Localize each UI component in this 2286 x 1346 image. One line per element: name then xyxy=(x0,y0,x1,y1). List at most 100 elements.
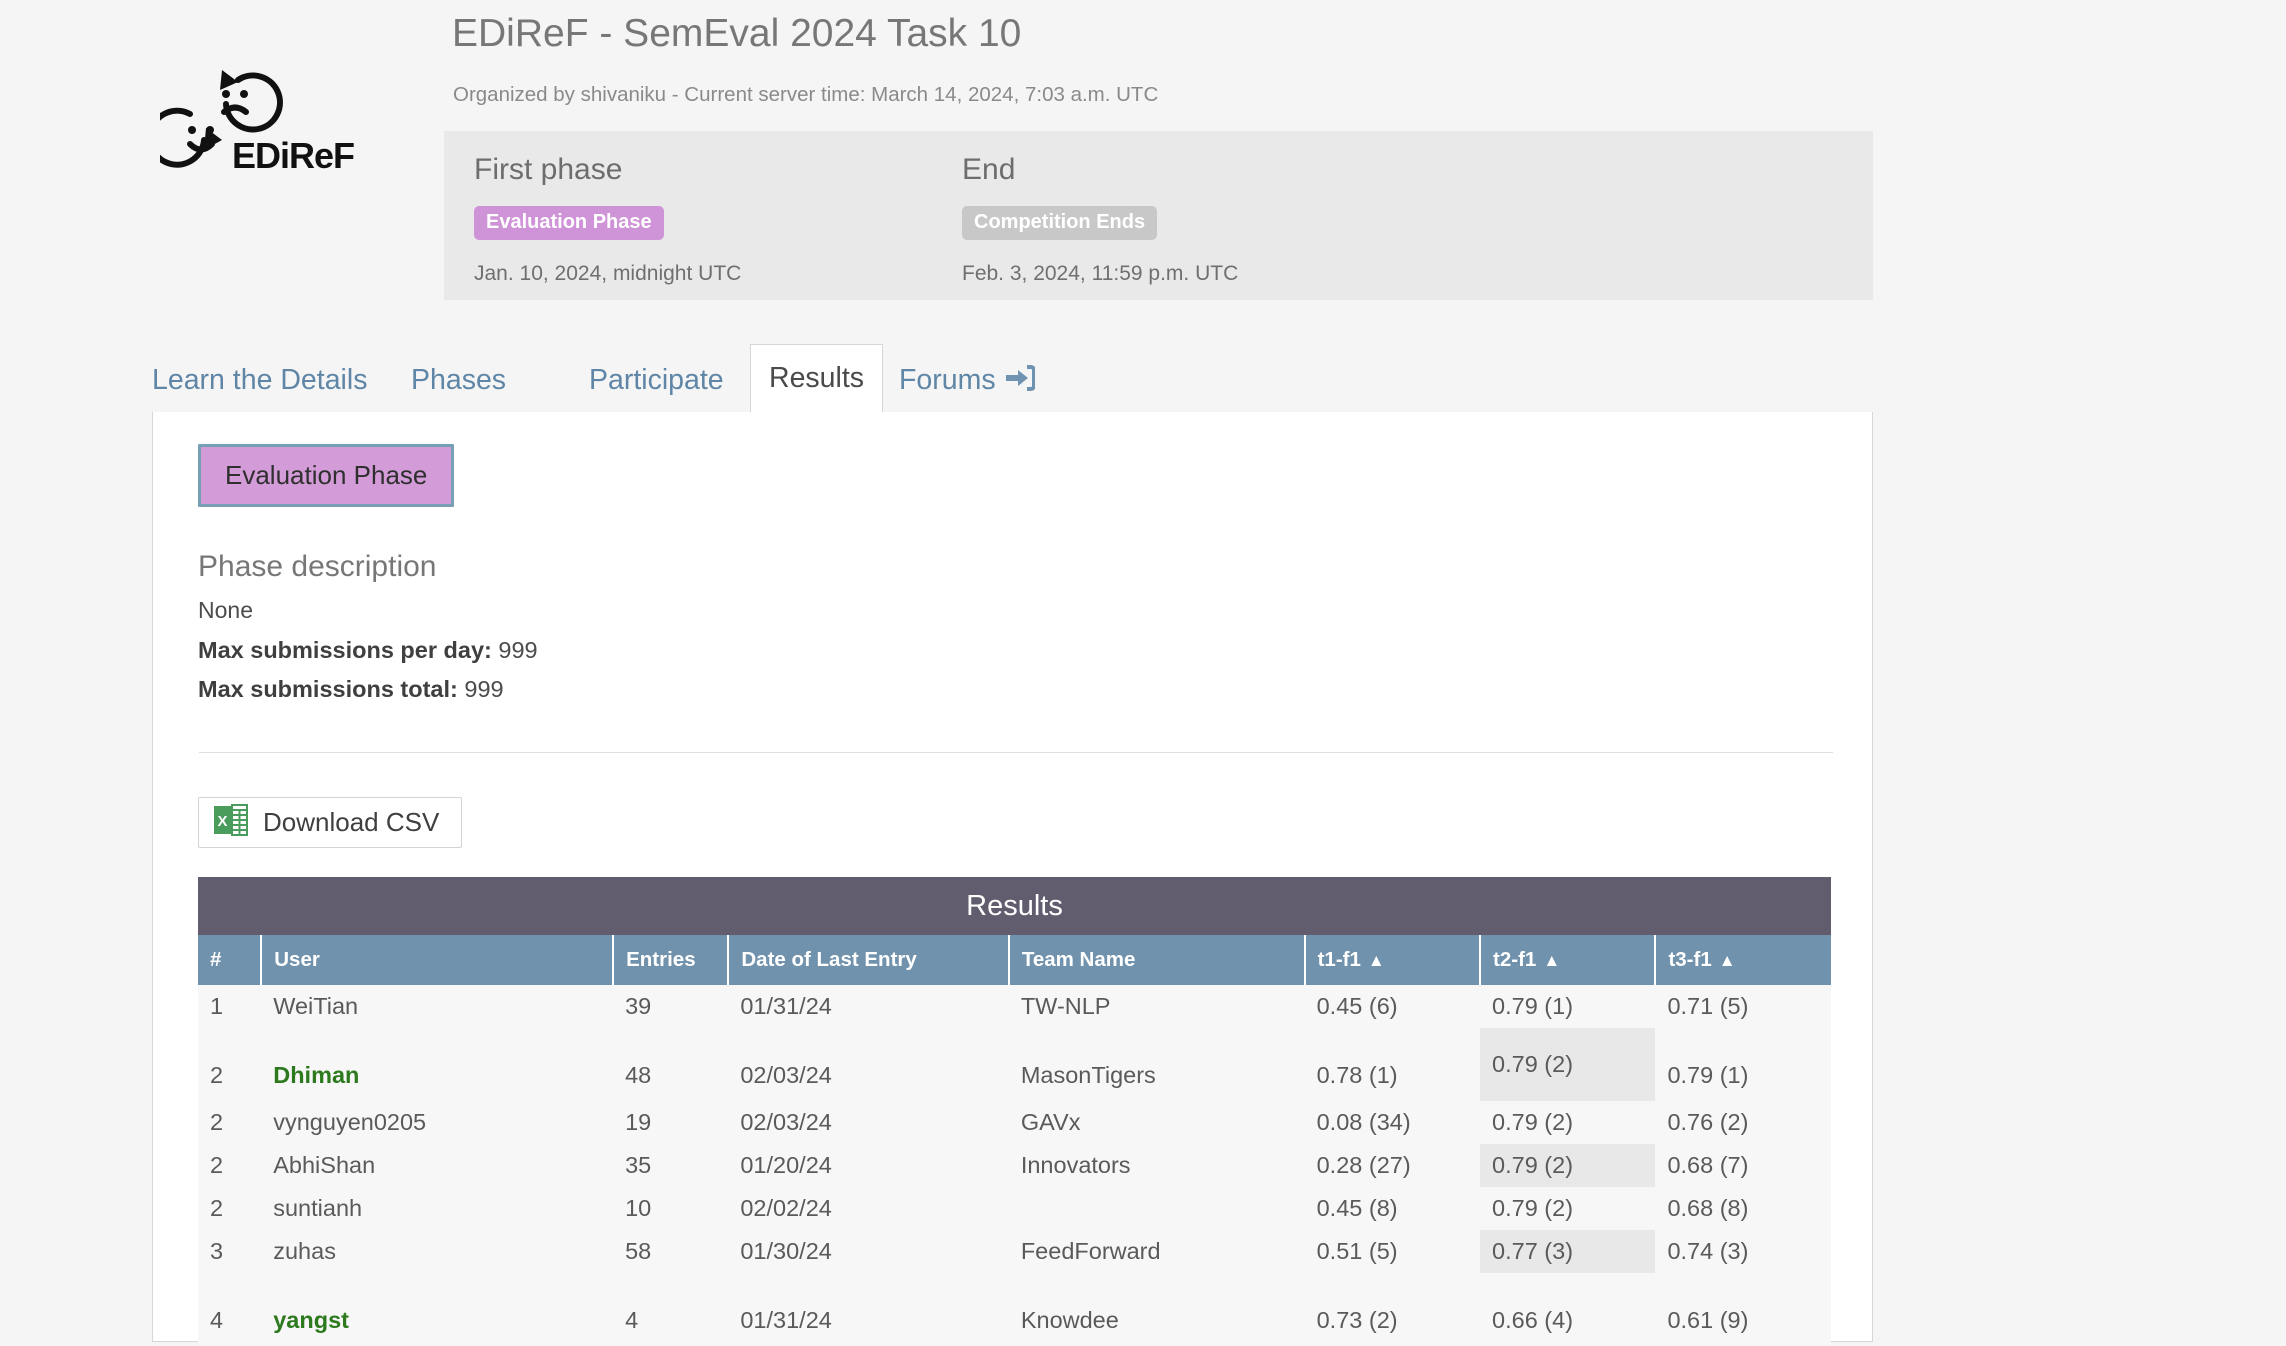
cell-entries: 39 xyxy=(613,985,729,1028)
table-row[interactable]: 4 yangst 4 01/31/24 Knowdee 0.73 (2) 0.6… xyxy=(198,1273,1831,1346)
column-header-t2-f1-label: t2-f1 xyxy=(1493,948,1537,971)
column-header-user-label: User xyxy=(274,948,320,971)
cell-t2-f1: 0.79 (1) xyxy=(1480,985,1656,1028)
tab-results[interactable]: Results xyxy=(750,344,884,413)
cell-t3-f1: 0.68 (8) xyxy=(1655,1187,1831,1230)
cell-t1-f1: 0.28 (27) xyxy=(1304,1144,1481,1187)
column-header-date-label: Date of Last Entry xyxy=(741,948,917,971)
cell-t2-f1: 0.79 (2) xyxy=(1480,1187,1656,1230)
cell-date: 01/31/24 xyxy=(728,1273,1009,1346)
cell-rank: 2 xyxy=(198,1187,262,1230)
tab-learn-the-details[interactable]: Learn the Details xyxy=(152,347,367,413)
svg-text:X: X xyxy=(217,813,227,830)
cell-user: yangst xyxy=(261,1273,614,1346)
cell-t3-f1: 0.76 (2) xyxy=(1655,1101,1831,1144)
cell-t2-f1: 0.79 (2) xyxy=(1480,1028,1656,1101)
max-submissions-per-day: Max submissions per day: 999 xyxy=(198,637,538,664)
results-panel: Evaluation Phase Phase description None … xyxy=(152,412,1873,1346)
cell-date: 01/30/24 xyxy=(728,1230,1009,1273)
cell-team: MasonTigers xyxy=(1008,1028,1305,1101)
cell-user: suntianh xyxy=(261,1187,614,1230)
phase-description-value: None xyxy=(198,597,253,623)
column-header-date[interactable]: Date of Last Entry xyxy=(728,935,1010,985)
column-header-team[interactable]: Team Name xyxy=(1008,935,1306,985)
cell-t3-f1: 0.79 (1) xyxy=(1655,1028,1831,1101)
first-phase-heading: First phase xyxy=(474,153,623,186)
cell-date: 01/31/24 xyxy=(728,985,1009,1028)
tab-forums-label: Forums xyxy=(899,364,996,396)
cell-t3-f1: 0.68 (7) xyxy=(1655,1144,1831,1187)
table-row[interactable]: 3 zuhas 58 01/30/24 FeedForward 0.51 (5)… xyxy=(198,1230,1831,1273)
table-row[interactable]: 1 WeiTian 39 01/31/24 TW-NLP 0.45 (6) 0.… xyxy=(198,985,1831,1028)
cell-entries: 10 xyxy=(613,1187,729,1230)
cell-user: Dhiman xyxy=(261,1028,614,1101)
column-header-entries-label: Entries xyxy=(626,948,696,971)
column-header-rank[interactable]: # xyxy=(198,935,263,985)
logo-wordmark: EDiReF xyxy=(232,135,354,176)
table-row[interactable]: 2 Dhiman 48 02/03/24 MasonTigers 0.78 (1… xyxy=(198,1028,1831,1101)
cell-rank: 2 xyxy=(198,1144,262,1187)
cell-team: Innovators xyxy=(1008,1144,1305,1187)
table-row[interactable]: 2 vynguyen0205 19 02/03/24 GAVx 0.08 (34… xyxy=(198,1101,1831,1144)
ediref-logo: EDiReF xyxy=(160,62,360,182)
column-header-rank-label: # xyxy=(210,948,222,971)
cell-t3-f1: 0.71 (5) xyxy=(1655,985,1831,1028)
cell-t2-f1: 0.79 (2) xyxy=(1480,1101,1656,1144)
cell-user: zuhas xyxy=(261,1230,614,1273)
results-table-caption: Results xyxy=(198,877,1831,935)
organizer-and-server-time: Organized by shivaniku - Current server … xyxy=(453,83,1159,106)
cell-rank: 2 xyxy=(198,1028,262,1101)
page-title: EDiReF - SemEval 2024 Task 10 xyxy=(452,12,1022,55)
cell-team: GAVx xyxy=(1008,1101,1305,1144)
sort-ascending-icon-t3: ▲ xyxy=(1718,951,1736,970)
phase-description-heading: Phase description xyxy=(198,550,437,583)
tab-phases[interactable]: Phases xyxy=(411,347,506,413)
cell-entries: 48 xyxy=(613,1028,729,1101)
max-submissions-total-value: 999 xyxy=(464,676,504,702)
cell-t1-f1: 0.45 (8) xyxy=(1304,1187,1481,1230)
first-phase-date: Jan. 10, 2024, midnight UTC xyxy=(474,262,742,285)
cell-t3-f1: 0.61 (9) xyxy=(1655,1273,1831,1346)
cell-entries: 35 xyxy=(613,1144,729,1187)
max-submissions-total: Max submissions total: 999 xyxy=(198,676,504,703)
cell-rank: 2 xyxy=(198,1101,262,1144)
competition-header: EDiReF EDiReF - SemEval 2024 Task 10 Org… xyxy=(0,0,2286,310)
cell-team: Knowdee xyxy=(1008,1273,1305,1346)
cell-user: AbhiShan xyxy=(261,1144,614,1187)
table-row[interactable]: 2 suntianh 10 02/02/24 0.45 (8) 0.79 (2)… xyxy=(198,1187,1831,1230)
cell-t1-f1: 0.45 (6) xyxy=(1304,985,1481,1028)
sign-in-icon xyxy=(1005,349,1036,415)
column-header-team-label: Team Name xyxy=(1021,948,1136,971)
section-divider xyxy=(199,752,1833,753)
end-phase-badge: Competition Ends xyxy=(962,206,1158,240)
cell-t1-f1: 0.51 (5) xyxy=(1304,1230,1481,1273)
column-header-entries[interactable]: Entries xyxy=(613,935,730,985)
cell-t1-f1: 0.78 (1) xyxy=(1304,1028,1481,1101)
max-submissions-per-day-label: Max submissions per day: xyxy=(198,637,492,663)
tab-forums[interactable]: Forums xyxy=(899,347,1036,415)
sort-ascending-icon-t1: ▲ xyxy=(1367,951,1385,970)
cell-date: 02/03/24 xyxy=(728,1101,1009,1144)
end-phase-date: Feb. 3, 2024, 11:59 p.m. UTC xyxy=(962,262,1239,285)
tab-participate[interactable]: Participate xyxy=(589,347,724,413)
column-header-t1-f1-label: t1-f1 xyxy=(1317,948,1361,971)
cell-date: 02/03/24 xyxy=(728,1028,1009,1101)
column-header-t1-f1[interactable]: t1-f1 ▲ xyxy=(1304,935,1482,985)
cell-t1-f1: 0.73 (2) xyxy=(1304,1273,1481,1346)
download-csv-button[interactable]: X Download CSV xyxy=(198,797,463,848)
column-header-t2-f1[interactable]: t2-f1 ▲ xyxy=(1480,935,1657,985)
column-header-user[interactable]: User xyxy=(261,935,615,985)
end-phase-heading: End xyxy=(962,153,1016,186)
phase-summary-box: First phase Evaluation Phase Jan. 10, 20… xyxy=(444,131,1873,300)
cell-team xyxy=(1008,1187,1305,1230)
table-row[interactable]: 2 AbhiShan 35 01/20/24 Innovators 0.28 (… xyxy=(198,1144,1831,1187)
cell-rank: 1 xyxy=(198,985,262,1028)
evaluation-phase-selector-button[interactable]: Evaluation Phase xyxy=(198,444,455,507)
cell-entries: 19 xyxy=(613,1101,729,1144)
cell-team: FeedForward xyxy=(1008,1230,1305,1273)
cell-team: TW-NLP xyxy=(1008,985,1305,1028)
column-header-t3-f1[interactable]: t3-f1 ▲ xyxy=(1655,935,1831,985)
download-csv-label: Download CSV xyxy=(263,807,440,837)
cell-rank: 4 xyxy=(198,1273,262,1346)
cell-t1-f1: 0.08 (34) xyxy=(1304,1101,1481,1144)
